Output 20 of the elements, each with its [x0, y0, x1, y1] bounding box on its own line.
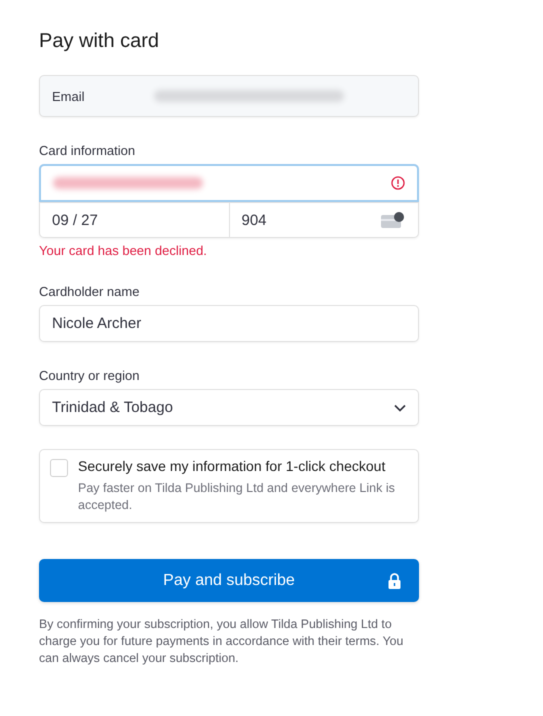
error-icon: [391, 176, 405, 190]
card-number-field[interactable]: [39, 164, 419, 202]
pay-button[interactable]: Pay and subscribe: [39, 559, 419, 602]
card-icon: [380, 211, 406, 229]
country-select[interactable]: Trinidad & Tobago: [39, 389, 419, 426]
chevron-down-icon: [394, 404, 406, 412]
cvc-field[interactable]: 904: [228, 203, 418, 237]
lock-icon: [388, 573, 401, 589]
checkbox[interactable]: [50, 459, 68, 477]
form-title: Pay with card: [39, 30, 160, 53]
email-field[interactable]: Email: [39, 75, 419, 117]
field-label: Card information: [39, 143, 136, 158]
field-label: Cardholder name: [39, 284, 140, 299]
cardholder-field[interactable]: Nicole Archer: [39, 305, 419, 342]
expiry-field[interactable]: 09 / 27: [40, 203, 228, 237]
error-message: Your card has been declined.: [39, 243, 208, 258]
field-label: Country or region: [39, 368, 140, 383]
checkbox-label: Securely save my information for 1-click checkout: [78, 458, 386, 474]
terms-text: By confirming your subscription, you allow Tilda Publishing Ltd to charge you for future payments in accordance with their terms. You can always cancel your subscription.: [39, 616, 404, 667]
checkbox-description: Pay faster on Tilda Publishing Ltd and everywhere Link is accepted.: [78, 480, 396, 514]
